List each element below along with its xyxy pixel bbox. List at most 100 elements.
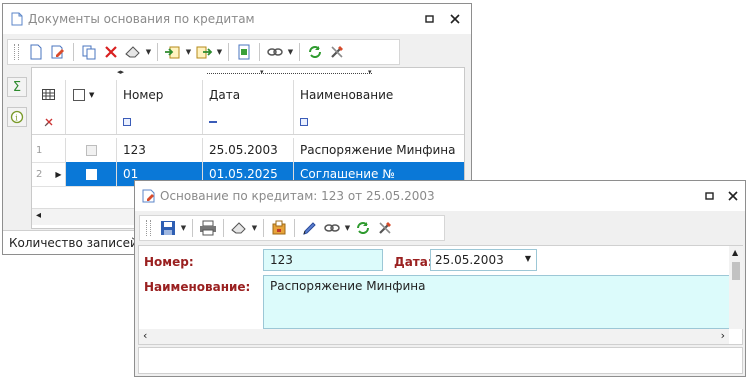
link-icon[interactable] [322, 218, 342, 238]
grid-header-row: ▼ Номер Дата Наименование [32, 80, 464, 110]
horizontal-scrollbar[interactable]: ‹ › [139, 329, 729, 344]
front-window-titlebar[interactable]: Основание по кредитам: 123 от 25.05.2003 [135, 181, 745, 211]
toolbar-grip[interactable] [146, 220, 151, 236]
export-icon[interactable] [194, 42, 214, 62]
filter-icon [300, 117, 308, 126]
save-dropdown[interactable]: ▼ [179, 218, 188, 238]
new-document-icon[interactable] [26, 42, 46, 62]
grid-filter-row [32, 109, 464, 135]
toolbar-separator [192, 219, 193, 237]
delete-icon[interactable] [101, 42, 121, 62]
column-header-name[interactable]: Наименование [294, 80, 464, 109]
table-row[interactable]: 1 123 25.05.2003 Распоряжение Минфина [32, 138, 464, 163]
scroll-left-icon[interactable]: ◂ [36, 210, 41, 221]
record-count-label: Количество записей: [9, 235, 142, 250]
filter-equals-icon [209, 120, 217, 123]
export-dropdown[interactable]: ▼ [215, 42, 224, 62]
attach-icon[interactable] [269, 218, 289, 238]
close-button[interactable] [724, 187, 742, 205]
restore-button[interactable] [701, 187, 719, 205]
form-area: Номер: 123 Дата: 25.05.2003 ▼ Наименован… [138, 245, 743, 345]
toolbar-separator [223, 219, 224, 237]
vertical-scrollbar[interactable]: ▲ [729, 246, 743, 329]
back-window-titlebar[interactable]: Документы основания по кредитам [3, 4, 471, 34]
group-panel-marker: ▾ [260, 68, 264, 76]
row-number: 1 [32, 138, 66, 162]
front-window: Основание по кредитам: 123 от 25.05.2003… [134, 180, 746, 377]
print-icon[interactable] [198, 218, 218, 238]
svg-text:i: i [15, 114, 18, 123]
name-label: Наименование: [144, 280, 251, 294]
date-picker[interactable]: 25.05.2003 ▼ [430, 249, 537, 271]
current-row-arrow-icon: ▶ [55, 169, 62, 179]
scroll-up-icon[interactable]: ▲ [732, 248, 738, 257]
scrollbar-thumb[interactable] [732, 262, 740, 280]
toolbar-separator [299, 43, 300, 61]
front-window-title: Основание по кредитам: 123 от 25.05.2003 [160, 189, 435, 203]
column-chooser-button[interactable] [32, 80, 66, 109]
settings-icon[interactable] [375, 218, 395, 238]
back-toolbar: ▼ ▼ ▼ ▼ [7, 39, 400, 65]
refresh-icon[interactable] [353, 218, 373, 238]
filter-cell-date[interactable] [203, 109, 294, 134]
import-icon[interactable] [163, 42, 183, 62]
restore-button[interactable] [421, 10, 439, 28]
chevron-down-icon: ▼ [89, 90, 95, 99]
document-icon [9, 11, 25, 27]
column-header-number[interactable]: Номер [117, 80, 203, 109]
save-icon[interactable] [158, 218, 178, 238]
scroll-right-icon[interactable]: › [721, 329, 725, 342]
toolbar-separator [259, 43, 260, 61]
report-icon[interactable] [234, 42, 254, 62]
date-value: 25.05.2003 [435, 253, 504, 267]
select-all-checkbox[interactable]: ▼ [66, 80, 117, 109]
edit-document-icon [141, 188, 157, 204]
pen-icon[interactable] [300, 218, 320, 238]
scroll-left-icon[interactable]: ‹ [143, 329, 147, 342]
date-label: Дата: [394, 255, 433, 269]
clear-filter-icon[interactable] [32, 109, 66, 134]
row-number: 2 ▶ [32, 162, 66, 186]
refresh-icon[interactable] [305, 42, 325, 62]
eraser-icon[interactable] [123, 42, 143, 62]
filter-icon [123, 117, 131, 126]
toolbar-separator [263, 219, 264, 237]
cell-date[interactable]: 25.05.2003 [203, 138, 294, 162]
link-icon[interactable] [265, 42, 285, 62]
sum-icon[interactable]: Σ [7, 77, 27, 97]
edit-icon[interactable] [48, 42, 68, 62]
front-toolbar: ▼ ▼ ▼ [139, 215, 445, 241]
settings-icon[interactable] [327, 42, 347, 62]
link-dropdown[interactable]: ▼ [286, 42, 295, 62]
form-footer-panel [138, 347, 743, 374]
column-scroll-indicator: ◂▸ [117, 68, 125, 76]
info-icon[interactable]: i [7, 107, 27, 127]
cell-number[interactable]: 123 [117, 138, 203, 162]
number-label: Номер: [144, 255, 194, 269]
filter-cell-name[interactable] [294, 109, 464, 134]
column-header-date[interactable]: Дата [203, 80, 294, 109]
import-dropdown[interactable]: ▼ [184, 42, 193, 62]
group-panel-marker-2: ▾ [368, 68, 372, 76]
toolbar-separator [294, 219, 295, 237]
eraser-dropdown[interactable]: ▼ [144, 42, 153, 62]
number-field[interactable]: 123 [263, 249, 383, 271]
toolbar-separator [157, 43, 158, 61]
toolbar-separator [228, 43, 229, 61]
close-button[interactable] [446, 10, 464, 28]
eraser-icon[interactable] [229, 218, 249, 238]
toolbar-separator [73, 43, 74, 61]
name-field[interactable]: Распоряжение Минфина [263, 275, 730, 329]
row-checkbox[interactable] [66, 138, 117, 162]
link-dropdown[interactable]: ▼ [343, 218, 352, 238]
group-panel-strip [207, 73, 372, 75]
toolbar-grip[interactable] [14, 44, 19, 60]
chevron-down-icon[interactable]: ▼ [525, 254, 531, 263]
filter-cell-select[interactable] [66, 109, 117, 134]
copy-icon[interactable] [79, 42, 99, 62]
row-checkbox[interactable] [66, 162, 117, 186]
cell-name[interactable]: Распоряжение Минфина [294, 138, 464, 162]
back-window-title: Документы основания по кредитам [28, 12, 255, 26]
filter-cell-number[interactable] [117, 109, 203, 134]
eraser-dropdown[interactable]: ▼ [250, 218, 259, 238]
